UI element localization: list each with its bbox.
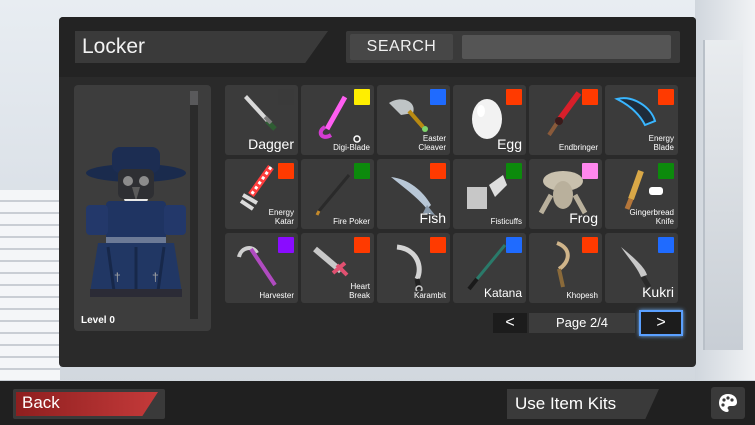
item-name: Khopesh (566, 290, 598, 300)
preview-scrollbar[interactable] (190, 91, 198, 319)
use-item-kits-label: Use Item Kits (515, 394, 617, 413)
item-grid: Dagger Digi-Blade Easter Cleaver Egg End… (225, 85, 680, 305)
page-indicator: Page 2/4 (529, 313, 635, 333)
dagger-icon (244, 95, 277, 131)
item-card-harvester[interactable]: Harvester (225, 233, 298, 303)
item-name: Endbringer (558, 142, 598, 152)
item-name: Harvester (259, 290, 294, 300)
item-name: Heart Break (349, 282, 370, 300)
frog-icon (538, 171, 588, 215)
background-stairs (0, 190, 60, 390)
page-title: Locker (75, 31, 328, 63)
item-name: Frog (569, 210, 598, 227)
item-name: Easter Cleaver (418, 134, 446, 152)
item-name: Katana (483, 286, 522, 301)
item-card-energy-katar[interactable]: Energy Katar (225, 159, 298, 229)
prev-page-button[interactable]: < (493, 313, 527, 333)
palette-icon (719, 394, 737, 412)
item-card-khopesh[interactable]: Khopesh (529, 233, 602, 303)
item-name: Egg (497, 136, 522, 153)
item-name: Karambit (413, 290, 446, 300)
item-card-frog[interactable]: Frog (529, 159, 602, 229)
locker-header: Locker SEARCH (59, 17, 696, 77)
item-name: Energy Blade (648, 134, 674, 152)
preview-scrollbar-thumb[interactable] (190, 91, 198, 105)
use-item-kits-button[interactable]: Use Item Kits (507, 389, 659, 419)
item-card-kukri[interactable]: Kukri (605, 233, 678, 303)
item-name: Dagger (248, 136, 294, 153)
item-name: Energy Katar (268, 208, 294, 226)
svg-text:†: † (152, 270, 159, 284)
item-card-fish[interactable]: Fish (377, 159, 450, 229)
character-preview[interactable]: † † Level 0 (74, 85, 211, 331)
item-card-digi-blade[interactable]: Digi-Blade (301, 85, 374, 155)
bottom-bar: Back Use Item Kits (0, 381, 755, 425)
avatar: † † (86, 147, 186, 297)
next-page-button[interactable]: > (639, 310, 683, 336)
locker-panel: Locker SEARCH † † Level 0 Dagger Digi-Bl… (59, 17, 696, 367)
background-pillar (703, 40, 743, 350)
item-name: Fish (419, 210, 446, 227)
palette-button[interactable] (711, 387, 745, 419)
item-name: Gingerbread Knife (629, 208, 674, 226)
kukri-icon (621, 247, 652, 289)
item-name: Fisticuffs (490, 216, 522, 226)
khopesh-icon (556, 241, 570, 288)
fire-poker-icon (315, 174, 351, 216)
item-card-gingerbread-knife[interactable]: Gingerbread Knife (605, 159, 678, 229)
item-name: Fire Poker (333, 216, 370, 226)
item-card-easter-cleaver[interactable]: Easter Cleaver (377, 85, 450, 155)
item-name: Kukri (642, 284, 674, 301)
search-label: SEARCH (350, 34, 453, 60)
back-button[interactable]: Back (13, 389, 165, 419)
back-button-label: Back (22, 393, 60, 412)
fish-icon (391, 177, 435, 215)
digi-blade-icon (318, 95, 361, 143)
egg-icon (472, 99, 502, 139)
item-card-dagger[interactable]: Dagger (225, 85, 298, 155)
katana-icon (467, 244, 507, 291)
item-card-endbringer[interactable]: Endbringer (529, 85, 602, 155)
endbringer-icon (547, 91, 582, 137)
item-card-energy-blade[interactable]: Energy Blade (605, 85, 678, 155)
svg-text:†: † (114, 270, 121, 284)
item-card-katana[interactable]: Katana (453, 233, 526, 303)
item-card-karambit[interactable]: Karambit (377, 233, 450, 303)
search-input[interactable] (462, 35, 671, 59)
item-card-heart-break[interactable]: Heart Break (301, 233, 374, 303)
level-label: Level 0 (81, 315, 115, 326)
item-card-fisticuffs[interactable]: Fisticuffs (453, 159, 526, 229)
fisticuffs-icon (467, 175, 507, 209)
item-name: Digi-Blade (333, 142, 370, 152)
pagination: < Page 2/4 > (493, 310, 683, 336)
search-bar: SEARCH (346, 31, 680, 63)
item-card-egg[interactable]: Egg (453, 85, 526, 155)
karambit-icon (396, 244, 423, 291)
harvester-icon (237, 246, 277, 287)
item-card-fire-poker[interactable]: Fire Poker (301, 159, 374, 229)
